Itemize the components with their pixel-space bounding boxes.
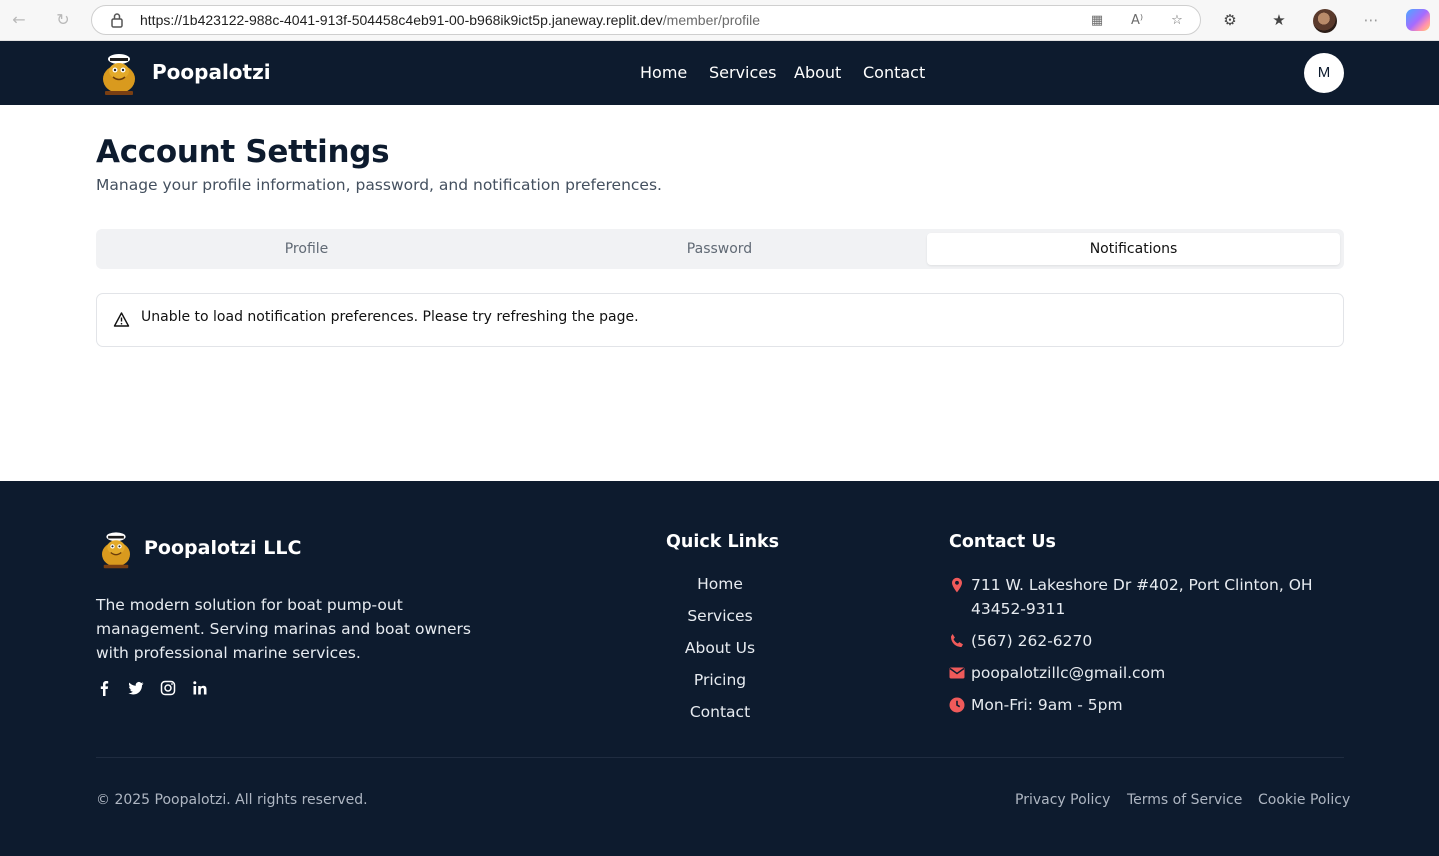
alert-message: Unable to load notification preferences.… xyxy=(141,309,639,325)
footer-link-contact[interactable]: Contact xyxy=(620,703,820,721)
warning-triangle-icon xyxy=(113,312,130,327)
privacy-policy-link[interactable]: Privacy Policy xyxy=(1015,792,1110,808)
terms-of-service-link[interactable]: Terms of Service xyxy=(1127,792,1242,808)
map-pin-icon xyxy=(952,577,962,593)
url-host: https://1b423122-988c-4041-913f-504458c4… xyxy=(140,12,663,28)
nav-contact[interactable]: Contact xyxy=(863,63,925,82)
footer-brand: Poopalotzi LLC xyxy=(144,537,302,559)
nav-services[interactable]: Services xyxy=(709,63,776,82)
back-icon[interactable]: ← xyxy=(9,10,29,30)
cookie-policy-link[interactable]: Cookie Policy xyxy=(1258,792,1350,808)
favorites-icon[interactable]: ★ xyxy=(1269,10,1289,30)
footer-link-pricing[interactable]: Pricing xyxy=(620,671,820,689)
nav-about[interactable]: About xyxy=(794,63,841,82)
facebook-icon[interactable] xyxy=(96,680,112,696)
footer-link-services[interactable]: Services xyxy=(620,607,820,625)
page-title: Account Settings xyxy=(96,134,390,170)
footer-link-home[interactable]: Home xyxy=(620,575,820,593)
envelope-icon xyxy=(949,667,965,679)
instagram-icon[interactable] xyxy=(160,680,176,696)
read-aloud-icon[interactable]: A⁾ xyxy=(1129,13,1145,29)
brand-name[interactable]: Poopalotzi xyxy=(152,60,271,84)
lock-icon xyxy=(111,13,123,28)
page-subtitle: Manage your profile information, passwor… xyxy=(96,176,662,194)
contact-us-heading: Contact Us xyxy=(949,532,1056,552)
phone-text: (567) 262-6270 xyxy=(971,632,1093,650)
app-install-icon[interactable]: ▦ xyxy=(1089,13,1105,29)
user-avatar[interactable]: M xyxy=(1304,53,1344,93)
quick-links-heading: Quick Links xyxy=(666,532,780,552)
footer-divider xyxy=(96,757,1344,758)
address-bar[interactable]: https://1b423122-988c-4041-913f-504458c4… xyxy=(91,5,1201,35)
tab-notifications[interactable]: Notifications xyxy=(927,233,1340,265)
twitter-icon[interactable] xyxy=(128,680,144,696)
address-text: 711 W. Lakeshore Dr #402, Port Clinton, … xyxy=(971,576,1313,618)
extensions-icon[interactable]: ⚙ xyxy=(1220,10,1240,30)
footer-link-about-us[interactable]: About Us xyxy=(620,639,820,657)
nav-home[interactable]: Home xyxy=(640,63,687,82)
tab-profile[interactable]: Profile xyxy=(100,233,513,265)
clock-icon xyxy=(949,697,965,713)
copyright-text: © 2025 Poopalotzi. All rights reserved. xyxy=(96,792,368,808)
email-text: poopalotzillc@gmail.com xyxy=(971,664,1166,682)
footer-logo-icon xyxy=(102,532,130,569)
url-text: https://1b423122-988c-4041-913f-504458c4… xyxy=(140,12,760,28)
more-options-icon[interactable]: ⋯ xyxy=(1361,10,1381,30)
hours-text: Mon-Fri: 9am - 5pm xyxy=(971,696,1123,714)
site-header: Poopalotzi Home Services About Contact M xyxy=(0,41,1439,105)
linkedin-icon[interactable] xyxy=(192,680,208,696)
site-footer: Poopalotzi LLC The modern solution for b… xyxy=(0,481,1439,856)
settings-tabs: Profile Password Notifications xyxy=(96,229,1344,269)
browser-profile-avatar[interactable] xyxy=(1313,9,1337,33)
tab-password[interactable]: Password xyxy=(513,233,926,265)
phone-icon xyxy=(951,634,963,647)
footer-description: The modern solution for boat pump-out ma… xyxy=(96,596,471,662)
url-path: /member/profile xyxy=(662,12,761,28)
browser-toolbar: ← ↻ https://1b423122-988c-4041-913f-5044… xyxy=(0,0,1439,41)
copilot-icon[interactable] xyxy=(1406,9,1430,31)
error-alert: Unable to load notification preferences.… xyxy=(96,293,1344,347)
favorite-star-icon[interactable]: ☆ xyxy=(1169,13,1185,29)
refresh-icon[interactable]: ↻ xyxy=(53,10,73,30)
logo-icon[interactable] xyxy=(99,49,139,97)
